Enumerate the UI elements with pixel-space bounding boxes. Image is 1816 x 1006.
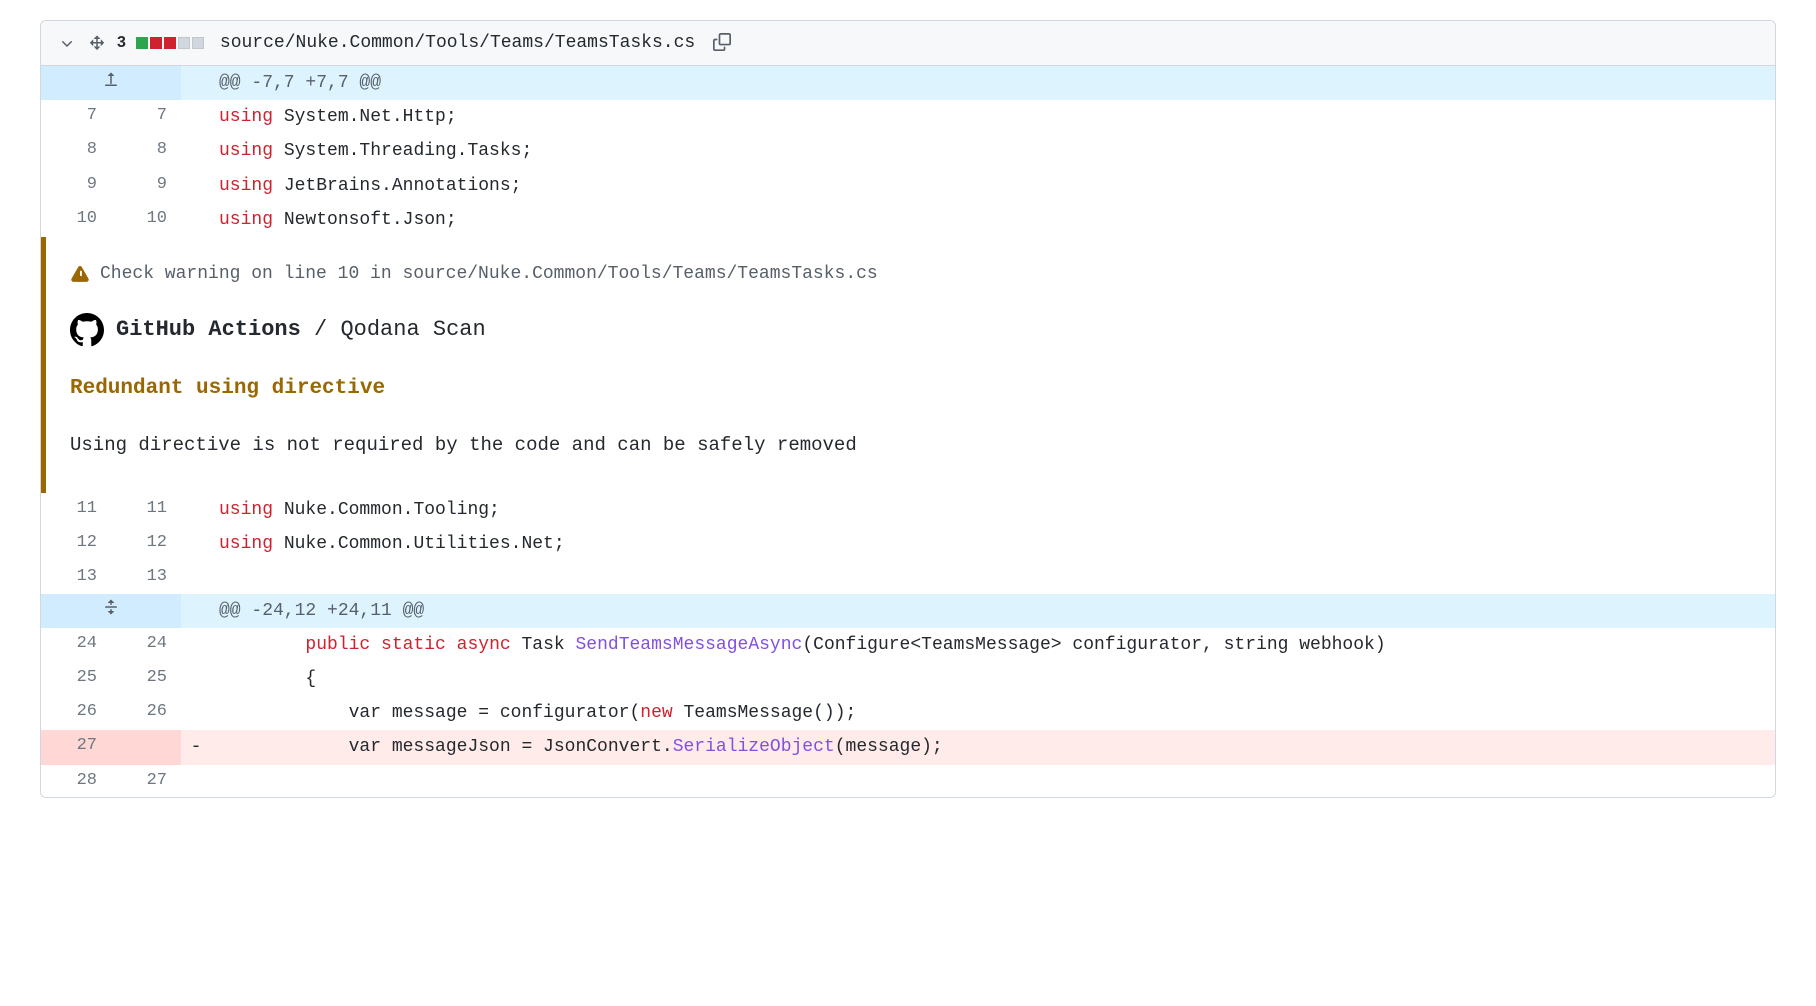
line-num-new[interactable]: 7 <box>111 100 181 134</box>
line-num-new[interactable]: 27 <box>111 765 181 797</box>
line-num-new[interactable]: 26 <box>111 696 181 730</box>
deletion-marker: - <box>181 730 211 764</box>
code-line: 7 7 using System.Net.Http; <box>41 100 1775 134</box>
annotation-warning-text: Check warning on line 10 in source/Nuke.… <box>100 257 878 291</box>
expand-up-icon[interactable] <box>41 66 181 100</box>
diffstat-del-block <box>150 37 162 49</box>
diff-file-container: 3 source/Nuke.Common/Tools/Teams/TeamsTa… <box>40 20 1776 798</box>
line-num-new[interactable]: 10 <box>111 203 181 237</box>
expand-icon[interactable] <box>41 594 181 628</box>
code-line: 9 9 using JetBrains.Annotations; <box>41 169 1775 203</box>
line-num-old[interactable]: 28 <box>41 765 111 797</box>
line-num-old[interactable]: 8 <box>41 134 111 168</box>
annotation-title: Redundant using directive <box>70 369 1751 409</box>
code-line: 10 10 using Newtonsoft.Json; <box>41 203 1775 237</box>
annotation-row: Check warning on line 10 in source/Nuke.… <box>41 237 1775 493</box>
line-num-new[interactable]: 9 <box>111 169 181 203</box>
warning-icon <box>70 264 90 284</box>
code-line: 26 26 var message = configurator(new Tea… <box>41 696 1775 730</box>
copy-icon[interactable] <box>713 33 733 53</box>
annotation-source-tool: Qodana Scan <box>340 317 485 342</box>
line-num-old[interactable]: 9 <box>41 169 111 203</box>
expand-all-icon[interactable] <box>87 33 107 53</box>
code-line-deleted: 27 - var messageJson = JsonConvert.Seria… <box>41 730 1775 764</box>
line-num-old[interactable]: 7 <box>41 100 111 134</box>
line-num-old[interactable]: 11 <box>41 493 111 527</box>
hunk-header-row: @@ -7,7 +7,7 @@ <box>41 66 1775 100</box>
code-line: 24 24 public static async Task SendTeams… <box>41 628 1775 662</box>
code-line: 13 13 <box>41 561 1775 593</box>
check-annotation: Check warning on line 10 in source/Nuke.… <box>41 237 1775 493</box>
annotation-source-name[interactable]: GitHub Actions <box>116 317 301 342</box>
diffstat-add-block <box>136 37 148 49</box>
line-num-new[interactable]: 25 <box>111 662 181 696</box>
line-num-old[interactable]: 26 <box>41 696 111 730</box>
line-num-old[interactable]: 25 <box>41 662 111 696</box>
file-header: 3 source/Nuke.Common/Tools/Teams/TeamsTa… <box>41 21 1775 66</box>
diff-table: @@ -7,7 +7,7 @@ 7 7 using System.Net.Htt… <box>41 66 1775 797</box>
line-num-old[interactable]: 13 <box>41 561 111 593</box>
line-num-old[interactable]: 27 <box>41 730 111 764</box>
file-path[interactable]: source/Nuke.Common/Tools/Teams/TeamsTask… <box>220 33 695 53</box>
code-line: 25 25 { <box>41 662 1775 696</box>
annotation-source: GitHub Actions / Qodana Scan <box>70 309 1751 351</box>
code-line: 12 12 using Nuke.Common.Utilities.Net; <box>41 527 1775 561</box>
hunk-header: @@ -24,12 +24,11 @@ <box>211 594 1775 628</box>
line-num-new[interactable]: 12 <box>111 527 181 561</box>
line-num-old[interactable]: 24 <box>41 628 111 662</box>
code-line: 28 27 <box>41 765 1775 797</box>
line-num-old[interactable]: 10 <box>41 203 111 237</box>
code-line: 8 8 using System.Threading.Tasks; <box>41 134 1775 168</box>
annotation-header: Check warning on line 10 in source/Nuke.… <box>70 257 1751 291</box>
hunk-header-row: @@ -24,12 +24,11 @@ <box>41 594 1775 628</box>
diffstat <box>136 37 204 49</box>
line-num-old[interactable]: 12 <box>41 527 111 561</box>
diffstat-neutral-block <box>192 37 204 49</box>
diffstat-del-block <box>164 37 176 49</box>
chevron-down-icon[interactable] <box>57 33 77 53</box>
code-line: 11 11 using Nuke.Common.Tooling; <box>41 493 1775 527</box>
line-num-new[interactable]: 24 <box>111 628 181 662</box>
github-icon <box>70 313 104 347</box>
line-num-new[interactable]: 13 <box>111 561 181 593</box>
diffstat-neutral-block <box>178 37 190 49</box>
change-count: 3 <box>117 34 126 52</box>
annotation-body: Using directive is not required by the c… <box>70 427 1751 463</box>
hunk-header: @@ -7,7 +7,7 @@ <box>211 66 1775 100</box>
line-num-new[interactable]: 8 <box>111 134 181 168</box>
line-num-new[interactable]: 11 <box>111 493 181 527</box>
